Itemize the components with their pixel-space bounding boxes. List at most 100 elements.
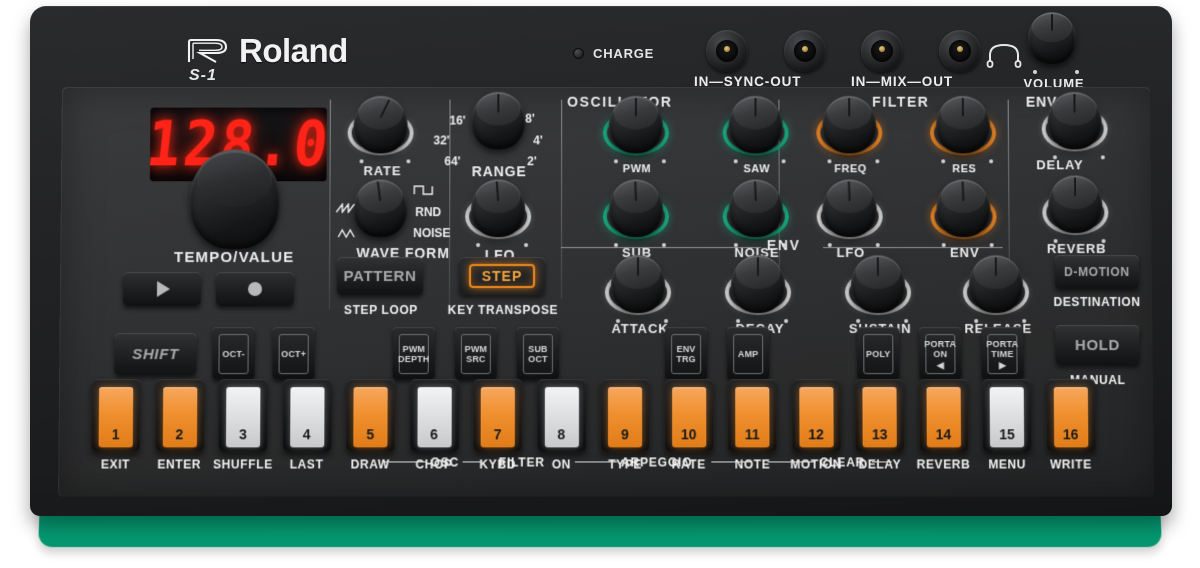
amp-button[interactable]: AMP <box>727 327 769 379</box>
porta-on-label-2: ON <box>933 349 947 359</box>
step-pad-3-lens: 3 <box>226 387 260 447</box>
pwm-depth-button[interactable]: PWM DEPTH <box>393 327 435 379</box>
step-pad-6[interactable]: 6 <box>410 379 458 451</box>
lfo-rate-knob[interactable] <box>354 96 408 154</box>
env-trg-label-1: ENV <box>677 344 696 354</box>
roland-s1-synthesizer: Roland S-1 CHARGE IN—SYNC-OUT IN—MIX—OUT <box>18 2 1184 550</box>
step-pad-15[interactable]: 15 <box>983 379 1032 451</box>
reverb-knob[interactable] <box>1048 175 1102 233</box>
clear-group-rule-right <box>872 461 892 462</box>
step-pad-2[interactable]: 2 <box>155 379 204 451</box>
pattern-button[interactable]: PATTERN <box>337 257 423 295</box>
oct-down-label: OCT- <box>222 349 244 359</box>
sub-oct-label-2: OCT <box>528 354 548 364</box>
key-transpose-label: KEY TRANSPOSE <box>433 303 573 317</box>
step-pad-4[interactable]: 4 <box>283 379 331 451</box>
step-pad-4-lens: 4 <box>290 387 324 447</box>
step-pad-16[interactable]: 16 <box>1046 379 1095 451</box>
osc-saw-label: SAW <box>721 163 793 175</box>
oct-up-button[interactable]: OCT+ <box>272 327 314 379</box>
env-sustain-knob[interactable] <box>851 255 905 313</box>
shift-button[interactable]: SHIFT <box>114 333 196 375</box>
osc-noise-knob[interactable] <box>729 179 783 237</box>
control-panel: 128.0 TEMPO/VALUE <box>58 87 1154 497</box>
oct-up-label: OCT+ <box>281 349 306 359</box>
screenshot-root: Roland S-1 CHARGE IN—SYNC-OUT IN—MIX—OUT <box>0 0 1200 568</box>
env-rule-left <box>561 247 761 248</box>
step-pad-16-label: WRITE <box>1033 457 1109 471</box>
pwm-depth-label-2: DEPTH <box>398 354 430 364</box>
step-pad-11[interactable]: 11 <box>728 379 776 451</box>
step-button[interactable]: STEP <box>459 257 545 295</box>
mix-out-jack[interactable] <box>939 30 981 72</box>
lfo-rate-label: RATE <box>348 163 418 178</box>
step-pad-7[interactable]: 7 <box>474 379 522 451</box>
step-pad-13-lens: 13 <box>862 387 896 447</box>
saw-wave-glyph-icon <box>335 203 355 213</box>
pwm-src-button[interactable]: PWM SRC <box>455 327 497 379</box>
reverb-label: REVERB <box>1037 241 1117 256</box>
osc-group-rule-left <box>382 461 426 462</box>
osc-pwm-knob[interactable] <box>609 96 663 154</box>
tempo-value-knob[interactable] <box>189 149 280 249</box>
record-button[interactable] <box>216 272 294 306</box>
charge-led-icon <box>573 48 584 59</box>
osc-sub-knob[interactable] <box>609 179 663 237</box>
mix-in-jack[interactable] <box>861 30 903 72</box>
step-pad-14[interactable]: 14 <box>919 379 968 451</box>
range-tick-4: 4' <box>533 133 543 147</box>
oct-down-button[interactable]: OCT- <box>212 327 254 379</box>
filter-freq-knob[interactable] <box>822 96 876 154</box>
lfo-amount-knob[interactable] <box>471 179 525 237</box>
d-motion-button[interactable]: D-MOTION <box>1055 255 1139 289</box>
volume-knob[interactable] <box>1028 12 1076 64</box>
step-pad-8[interactable]: 8 <box>537 379 585 451</box>
sync-out-jack[interactable] <box>784 30 826 72</box>
waveform-noise-label: NOISE <box>413 226 450 240</box>
step-pad-1[interactable]: 1 <box>92 379 141 451</box>
range-tick-32: 32' <box>433 133 449 147</box>
d-motion-label: D-MOTION <box>1064 265 1130 279</box>
filter-env-knob[interactable] <box>936 179 990 237</box>
lfo-waveform-knob[interactable] <box>353 179 407 237</box>
env-section-title: ENV <box>767 237 801 253</box>
sub-oct-button[interactable]: SUB OCT <box>517 327 559 379</box>
env-attack-knob[interactable] <box>611 255 665 313</box>
step-pad-5[interactable]: 5 <box>346 379 394 451</box>
sync-in-jack[interactable] <box>706 30 748 72</box>
filter-res-knob[interactable] <box>936 96 990 154</box>
step-pad-12[interactable]: 12 <box>792 379 840 451</box>
porta-time-button[interactable]: PORTA TIME ▶ <box>981 327 1023 379</box>
waveform-rnd-label: RND <box>415 205 441 219</box>
filter-lfo-knob[interactable] <box>823 179 877 237</box>
step-pad-6-lens: 6 <box>417 387 451 447</box>
step-pad-10[interactable]: 10 <box>665 379 713 451</box>
step-pad-3[interactable]: 3 <box>219 379 268 451</box>
pattern-button-label: PATTERN <box>344 268 417 285</box>
pwm-src-label-1: PWM <box>465 344 488 354</box>
tempo-value-label: TEMPO/VALUE <box>139 249 329 266</box>
env-trg-button[interactable]: ENV TRG <box>665 327 707 379</box>
range-knob[interactable] <box>471 92 525 150</box>
osc-pwm-label: PWM <box>601 163 673 175</box>
osc-saw-knob[interactable] <box>729 96 783 154</box>
step-pad-9[interactable]: 9 <box>601 379 649 451</box>
play-button[interactable] <box>123 272 201 306</box>
sub-oct-label-1: SUB <box>528 344 548 354</box>
volume-max-dot <box>1075 70 1079 74</box>
poly-button[interactable]: POLY <box>857 327 899 379</box>
osc-group-rule-right <box>463 461 483 462</box>
filter-section-title: FILTER <box>872 94 929 110</box>
env-decay-knob[interactable] <box>731 255 785 313</box>
amp-label: AMP <box>738 349 759 359</box>
delay-knob[interactable] <box>1047 92 1101 150</box>
model-name: S-1 <box>189 67 217 85</box>
divider-1 <box>329 100 331 309</box>
env-release-knob[interactable] <box>969 255 1023 313</box>
hold-button[interactable]: HOLD <box>1055 325 1139 365</box>
delay-label: DELAY <box>1022 157 1098 172</box>
poly-label: POLY <box>866 349 891 359</box>
square-wave-glyph-icon <box>413 185 433 195</box>
porta-on-button[interactable]: PORTA ON ◀ <box>919 327 961 379</box>
step-pad-13[interactable]: 13 <box>855 379 903 451</box>
